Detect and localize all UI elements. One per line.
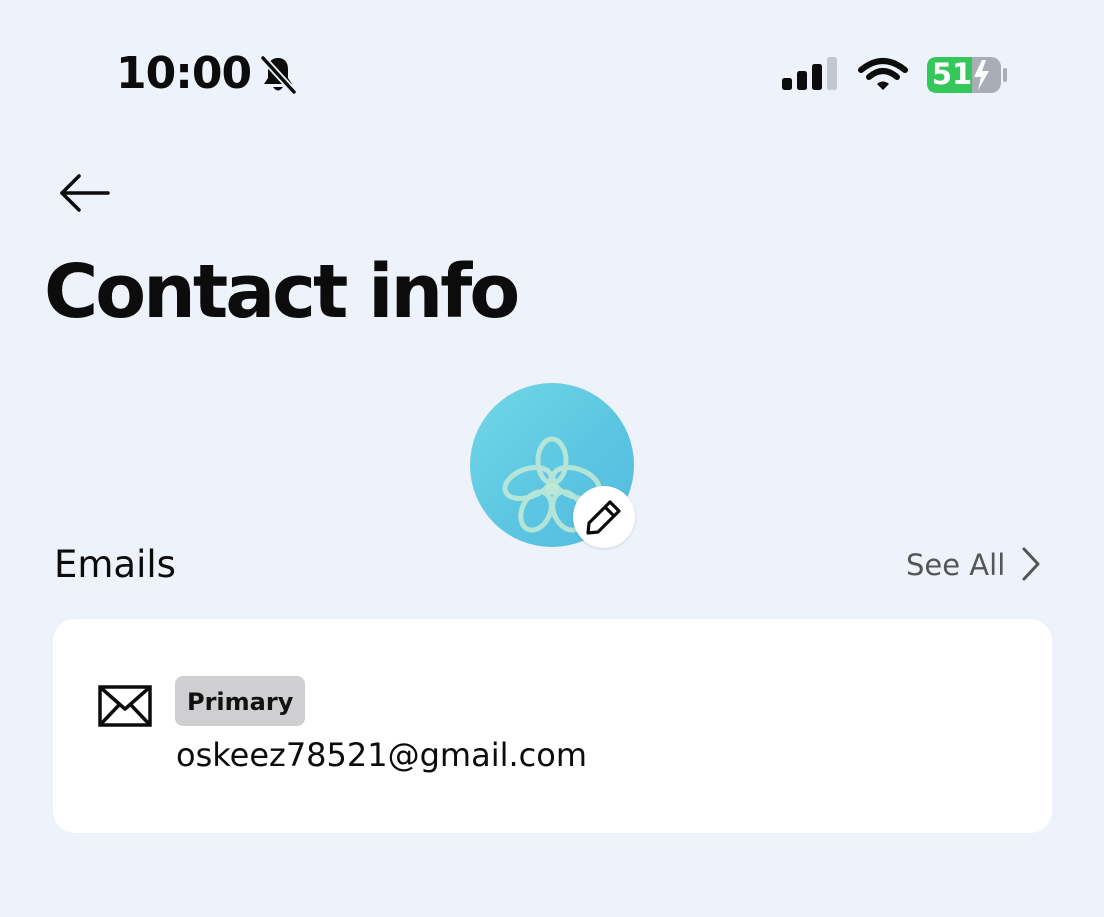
- envelope-icon: [98, 685, 152, 727]
- see-all-button[interactable]: See All: [906, 543, 1005, 587]
- battery-level: 51: [931, 57, 973, 91]
- edit-avatar-button[interactable]: [573, 486, 635, 548]
- wifi-icon: [858, 58, 908, 90]
- bell-slash-icon: [260, 55, 297, 95]
- primary-badge: Primary: [175, 676, 306, 726]
- pencil-icon: [586, 500, 621, 535]
- email-address[interactable]: oskeez78521@gmail.com: [176, 733, 587, 777]
- chevron-right-icon[interactable]: [1018, 545, 1044, 583]
- status-time: 10:00: [116, 48, 252, 99]
- arrow-left-icon[interactable]: [58, 170, 112, 216]
- status-bar: 10:00 51: [0, 0, 1104, 150]
- page-title: Contact info: [44, 249, 520, 335]
- cellular-signal-icon: [782, 57, 837, 90]
- emails-section-title: Emails: [54, 543, 176, 586]
